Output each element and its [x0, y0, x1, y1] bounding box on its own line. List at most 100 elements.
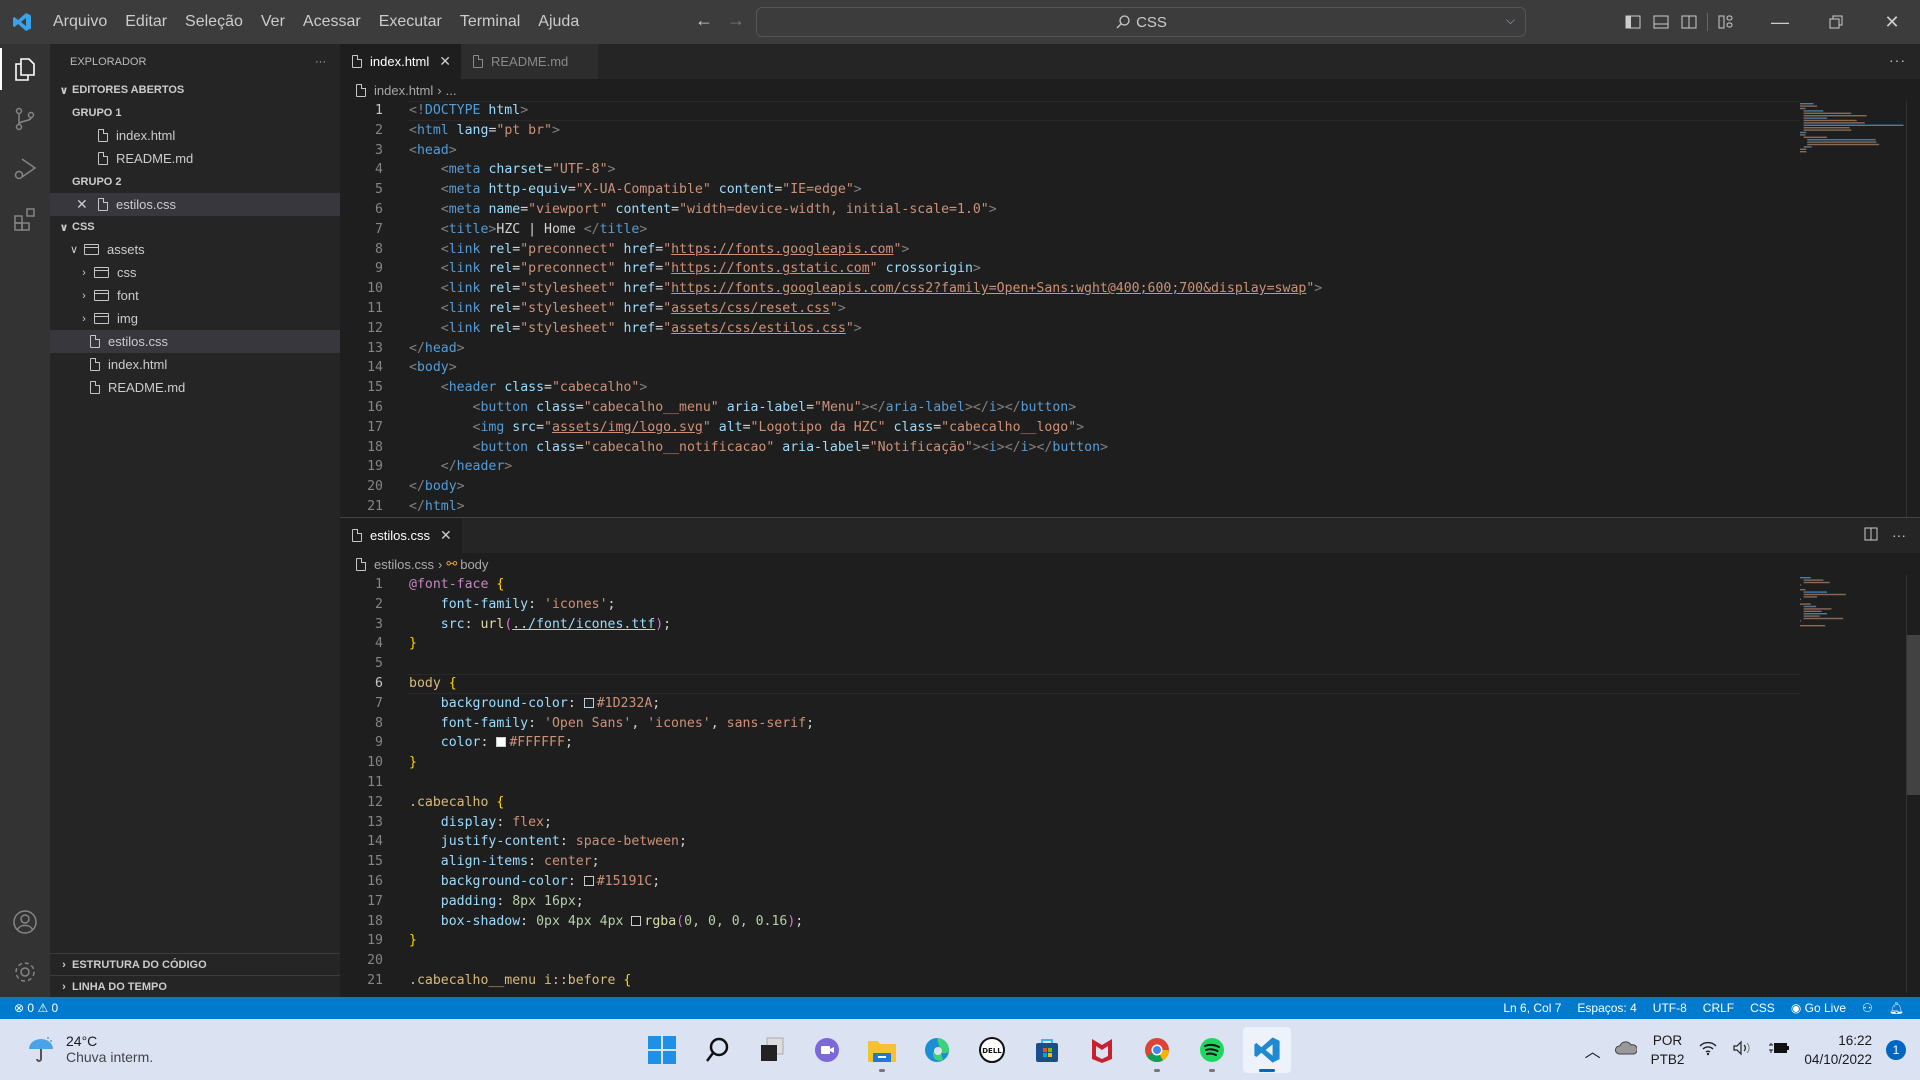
- code-line[interactable]: 5 <meta http-equiv="X-UA-Compatible" con…: [340, 180, 1920, 200]
- breadcrumb-item[interactable]: estilos.css: [374, 557, 434, 572]
- language-mode[interactable]: CSS: [1742, 1001, 1783, 1015]
- tab-readme[interactable]: README.md: [460, 44, 599, 79]
- code-line[interactable]: 3 <head>: [340, 141, 1920, 161]
- account-icon[interactable]: [0, 897, 50, 947]
- chevron-down-icon[interactable]: ⌵: [1506, 13, 1515, 28]
- go-live-button[interactable]: ◉ Go Live: [1783, 1001, 1854, 1015]
- task-view-button[interactable]: [748, 1027, 796, 1073]
- code-line[interactable]: 18 <button class="cabecalho__notificacao…: [340, 438, 1920, 458]
- code-line[interactable]: 5: [340, 654, 1920, 674]
- code-line[interactable]: 3 src: url(../font/icones.ttf);: [340, 615, 1920, 635]
- toggle-secondary-sidebar-icon[interactable]: [1675, 0, 1703, 44]
- code-line[interactable]: 2 <html lang="pt br">: [340, 121, 1920, 141]
- onedrive-cloud-icon[interactable]: [1614, 1041, 1638, 1058]
- close-icon[interactable]: ✕: [76, 196, 88, 213]
- open-editor-item[interactable]: README.md: [50, 147, 340, 170]
- forward-arrow-icon[interactable]: →: [727, 10, 745, 31]
- more-actions-icon[interactable]: ···: [1892, 527, 1906, 544]
- spotify-button[interactable]: [1188, 1027, 1236, 1073]
- code-line[interactable]: 6 <meta name="viewport" content="width=d…: [340, 200, 1920, 220]
- code-line[interactable]: 1 @font-face {: [340, 575, 1920, 595]
- code-line[interactable]: 12 <link rel="stylesheet" href="assets/c…: [340, 319, 1920, 339]
- edge-button[interactable]: [913, 1027, 961, 1073]
- code-line[interactable]: 11 <link rel="stylesheet" href="assets/c…: [340, 299, 1920, 319]
- menu-executar[interactable]: Executar: [370, 0, 451, 44]
- extensions-icon[interactable]: [0, 194, 50, 244]
- restore-button[interactable]: [1808, 0, 1864, 44]
- cursor-position[interactable]: Ln 6, Col 7: [1495, 1001, 1569, 1015]
- problems-indicator[interactable]: ⊗ 0 ⚠ 0: [0, 1001, 66, 1015]
- run-debug-icon[interactable]: [0, 144, 50, 194]
- menu-ver[interactable]: Ver: [252, 0, 294, 44]
- code-line[interactable]: 11: [340, 773, 1920, 793]
- code-line[interactable]: 14 <body>: [340, 358, 1920, 378]
- dell-button[interactable]: DELL: [968, 1027, 1016, 1073]
- menu-selecao[interactable]: Seleção: [176, 0, 252, 44]
- start-button[interactable]: [638, 1027, 686, 1073]
- menu-ajuda[interactable]: Ajuda: [529, 0, 588, 44]
- close-icon[interactable]: ✕: [440, 527, 452, 544]
- minimize-button[interactable]: —: [1752, 0, 1808, 44]
- code-line[interactable]: 4 <meta charset="UTF-8">: [340, 160, 1920, 180]
- feedback-icon[interactable]: ⚇: [1854, 1001, 1881, 1015]
- close-icon[interactable]: ✕: [439, 53, 451, 70]
- tree-file[interactable]: estilos.css: [50, 330, 340, 353]
- code-line[interactable]: 19}: [340, 931, 1920, 951]
- code-editor-css[interactable]: 1 @font-face {2 font-family: 'icones'; 3 s…: [340, 575, 1920, 993]
- tree-file[interactable]: README.md: [50, 376, 340, 399]
- open-editors-section[interactable]: ∨ EDITORES ABERTOS: [50, 79, 340, 101]
- back-arrow-icon[interactable]: ←: [695, 10, 713, 31]
- toggle-panel-icon[interactable]: [1647, 0, 1675, 44]
- close-window-button[interactable]: ✕: [1864, 0, 1920, 44]
- more-actions-icon[interactable]: ···: [1889, 52, 1906, 68]
- code-line[interactable]: 10 <link rel="stylesheet" href="https://…: [340, 279, 1920, 299]
- menu-acessar[interactable]: Acessar: [294, 0, 370, 44]
- show-hidden-icons-chevron-icon[interactable]: ︿: [1585, 1038, 1601, 1062]
- code-line[interactable]: 2 font-family: 'icones';: [340, 595, 1920, 615]
- code-line[interactable]: 12 .cabecalho {: [340, 793, 1920, 813]
- code-line[interactable]: 15 <header class="cabecalho">: [340, 378, 1920, 398]
- code-line[interactable]: 20 </body>: [340, 477, 1920, 497]
- tree-folder-assets[interactable]: ∨ assets: [50, 238, 340, 261]
- settings-gear-icon[interactable]: [0, 947, 50, 997]
- tree-folder[interactable]: › font: [50, 284, 340, 307]
- code-line[interactable]: 8 font-family: 'Open Sans', 'icones', sa…: [340, 714, 1920, 734]
- code-line[interactable]: 20: [340, 951, 1920, 971]
- weather-widget[interactable]: 24°C Chuva interm.: [26, 1033, 153, 1065]
- tree-folder[interactable]: › img: [50, 307, 340, 330]
- vscode-button[interactable]: [1243, 1027, 1291, 1073]
- microsoft-store-button[interactable]: [1023, 1027, 1071, 1073]
- code-line[interactable]: 1 <!DOCTYPE html>: [340, 101, 1920, 121]
- timeline-section[interactable]: › LINHA DO TEMPO: [50, 975, 340, 997]
- folder-section[interactable]: ∨ CSS: [50, 216, 340, 238]
- code-line[interactable]: 21 .cabecalho__menu i::before {: [340, 971, 1920, 991]
- code-line[interactable]: 19 </header>: [340, 457, 1920, 477]
- code-editor-html[interactable]: 1 <!DOCTYPE html> 2 <html lang="pt br"> 3 <he…: [340, 101, 1920, 517]
- volume-icon[interactable]: [1732, 1040, 1754, 1059]
- code-line[interactable]: 9 color: #FFFFFF;: [340, 733, 1920, 753]
- notifications-bell-icon[interactable]: 🔔︎: [1881, 1001, 1912, 1015]
- code-line[interactable]: 17 padding: 8px 16px;: [340, 892, 1920, 912]
- tab-estilos-css[interactable]: estilos.css ✕: [340, 518, 462, 553]
- code-line[interactable]: 9 <link rel="preconnect" href="https://f…: [340, 259, 1920, 279]
- tree-folder[interactable]: › css: [50, 261, 340, 284]
- input-language[interactable]: POR PTB2: [1651, 1031, 1685, 1069]
- notification-badge[interactable]: 1: [1886, 1039, 1906, 1060]
- code-line[interactable]: 10}: [340, 753, 1920, 773]
- code-line[interactable]: 13 </head>: [340, 339, 1920, 359]
- code-line[interactable]: 16 <button class="cabecalho__menu" aria-…: [340, 398, 1920, 418]
- chrome-button[interactable]: [1133, 1027, 1181, 1073]
- wifi-icon[interactable]: [1698, 1040, 1718, 1059]
- code-line[interactable]: 21 </html>: [340, 497, 1920, 517]
- code-line[interactable]: 4}: [340, 634, 1920, 654]
- indentation[interactable]: Espaços: 4: [1569, 1001, 1644, 1015]
- end-of-line[interactable]: CRLF: [1695, 1001, 1742, 1015]
- clock[interactable]: 16:22 04/10/2022: [1804, 1031, 1872, 1069]
- breadcrumb-item[interactable]: index.html: [374, 83, 433, 98]
- encoding[interactable]: UTF-8: [1645, 1001, 1695, 1015]
- more-actions-icon[interactable]: ···: [315, 56, 326, 68]
- code-line[interactable]: 15 align-items: center;: [340, 852, 1920, 872]
- customize-layout-icon[interactable]: [1712, 0, 1740, 44]
- explorer-icon[interactable]: [0, 44, 50, 94]
- menu-editar[interactable]: Editar: [116, 0, 176, 44]
